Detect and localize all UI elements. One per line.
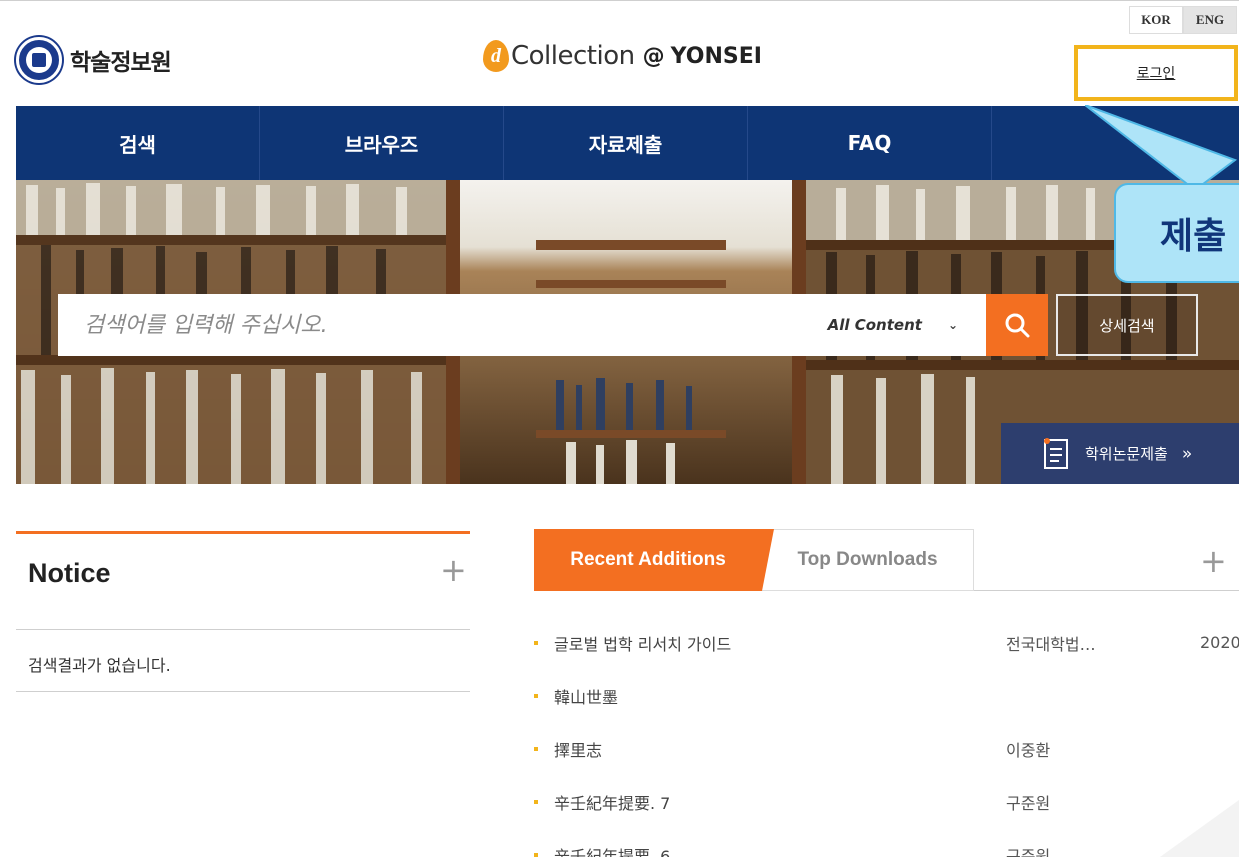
list-item[interactable]: 韓山世墨 bbox=[534, 669, 1239, 722]
item-author: 전국대학법… bbox=[1006, 634, 1096, 654]
item-title[interactable]: 擇里志 bbox=[554, 737, 1004, 761]
tab-recent-additions[interactable]: Recent Additions bbox=[534, 529, 762, 591]
bullet-icon bbox=[534, 640, 538, 645]
bullet-icon bbox=[534, 799, 538, 804]
list-item[interactable]: 辛壬紀年提要. 6 구준원 bbox=[534, 828, 1239, 857]
top-border bbox=[0, 0, 1239, 1]
item-title[interactable]: 辛壬紀年提要. 7 bbox=[554, 790, 1004, 814]
search-button[interactable] bbox=[986, 294, 1048, 356]
language-switcher: KOR ENG bbox=[1129, 6, 1237, 34]
search-icon bbox=[1005, 313, 1030, 338]
corner-decoration bbox=[1160, 800, 1239, 857]
bullet-icon bbox=[534, 746, 538, 751]
recent-more-plus-icon[interactable]: + bbox=[1200, 545, 1227, 577]
bullet-icon bbox=[534, 852, 538, 857]
callout-text: 제출 bbox=[1160, 216, 1227, 257]
list-item[interactable]: 擇里志 이중환 bbox=[534, 722, 1239, 775]
notice-title: Notice bbox=[28, 558, 111, 588]
nav-submit[interactable]: 자료제출 bbox=[504, 106, 748, 180]
main-nav: 검색 브라우즈 자료제출 FAQ bbox=[16, 106, 1239, 180]
brand-at: @ bbox=[642, 43, 665, 69]
document-icon bbox=[1044, 437, 1068, 469]
tab-top-downloads[interactable]: Top Downloads bbox=[762, 529, 974, 591]
login-highlight: 로그인 bbox=[1074, 45, 1238, 101]
dcollection-brand[interactable]: d Collection @ YONSEI bbox=[483, 40, 762, 72]
notice-empty-text: 검색결과가 없습니다. bbox=[28, 656, 171, 675]
university-seal-icon bbox=[16, 37, 62, 83]
bullet-icon bbox=[534, 693, 538, 698]
tabs-divider bbox=[974, 590, 1239, 591]
nav-faq[interactable]: FAQ bbox=[748, 106, 992, 180]
tab-slant-decoration bbox=[762, 529, 774, 591]
item-title[interactable]: 글로벌 법학 리서치 가이드 bbox=[554, 631, 1004, 655]
brand-yonsei: YONSEI bbox=[670, 43, 762, 69]
brand-collection: Collection bbox=[511, 41, 635, 71]
login-link[interactable]: 로그인 bbox=[1137, 63, 1176, 83]
list-item[interactable]: 辛壬紀年提要. 7 구준원 bbox=[534, 775, 1239, 828]
nav-browse[interactable]: 브라우즈 bbox=[260, 106, 504, 180]
item-title[interactable]: 韓山世墨 bbox=[554, 684, 1004, 708]
advanced-search-button[interactable]: 상세검색 bbox=[1056, 294, 1198, 356]
notice-divider-bottom bbox=[16, 691, 470, 692]
thesis-submit-button[interactable]: 학위논문제출 » bbox=[1001, 423, 1239, 484]
item-author: 구준원 bbox=[1006, 846, 1051, 857]
lang-eng-button[interactable]: ENG bbox=[1183, 6, 1237, 34]
thesis-submit-label: 학위논문제출 bbox=[1085, 445, 1168, 463]
double-chevron-right-icon: » bbox=[1181, 443, 1193, 464]
logo-text: 학술정보원 bbox=[70, 50, 172, 76]
item-title[interactable]: 辛壬紀年提要. 6 bbox=[554, 843, 1004, 857]
nav-search[interactable]: 검색 bbox=[16, 106, 260, 180]
callout-pointer bbox=[1085, 105, 1238, 192]
list-item[interactable]: 글로벌 법학 리서치 가이드 전국대학법… 2020 bbox=[534, 616, 1239, 669]
item-author: 구준원 bbox=[1006, 793, 1051, 813]
chevron-down-icon: ⌄ bbox=[947, 318, 958, 332]
site-logo[interactable]: 학술정보원 bbox=[16, 37, 172, 83]
search-scope-select[interactable]: All Content ⌄ bbox=[828, 316, 958, 334]
recent-additions-list: 글로벌 법학 리서치 가이드 전국대학법… 2020 韓山世墨 擇里志 이중환 … bbox=[534, 616, 1239, 857]
notice-more-plus-icon[interactable]: + bbox=[440, 554, 467, 586]
search-scope-value: All Content bbox=[827, 316, 922, 334]
search-input[interactable] bbox=[58, 312, 828, 338]
dcollection-logo-icon: d bbox=[483, 40, 509, 72]
item-year: 2020 bbox=[1200, 633, 1239, 652]
lang-kor-button[interactable]: KOR bbox=[1129, 6, 1183, 34]
notice-accent-line bbox=[16, 531, 470, 534]
notice-divider bbox=[16, 629, 470, 630]
search-bar: All Content ⌄ bbox=[58, 294, 986, 356]
callout-bubble: 제출 bbox=[1114, 183, 1239, 283]
item-author: 이중환 bbox=[1006, 740, 1051, 760]
